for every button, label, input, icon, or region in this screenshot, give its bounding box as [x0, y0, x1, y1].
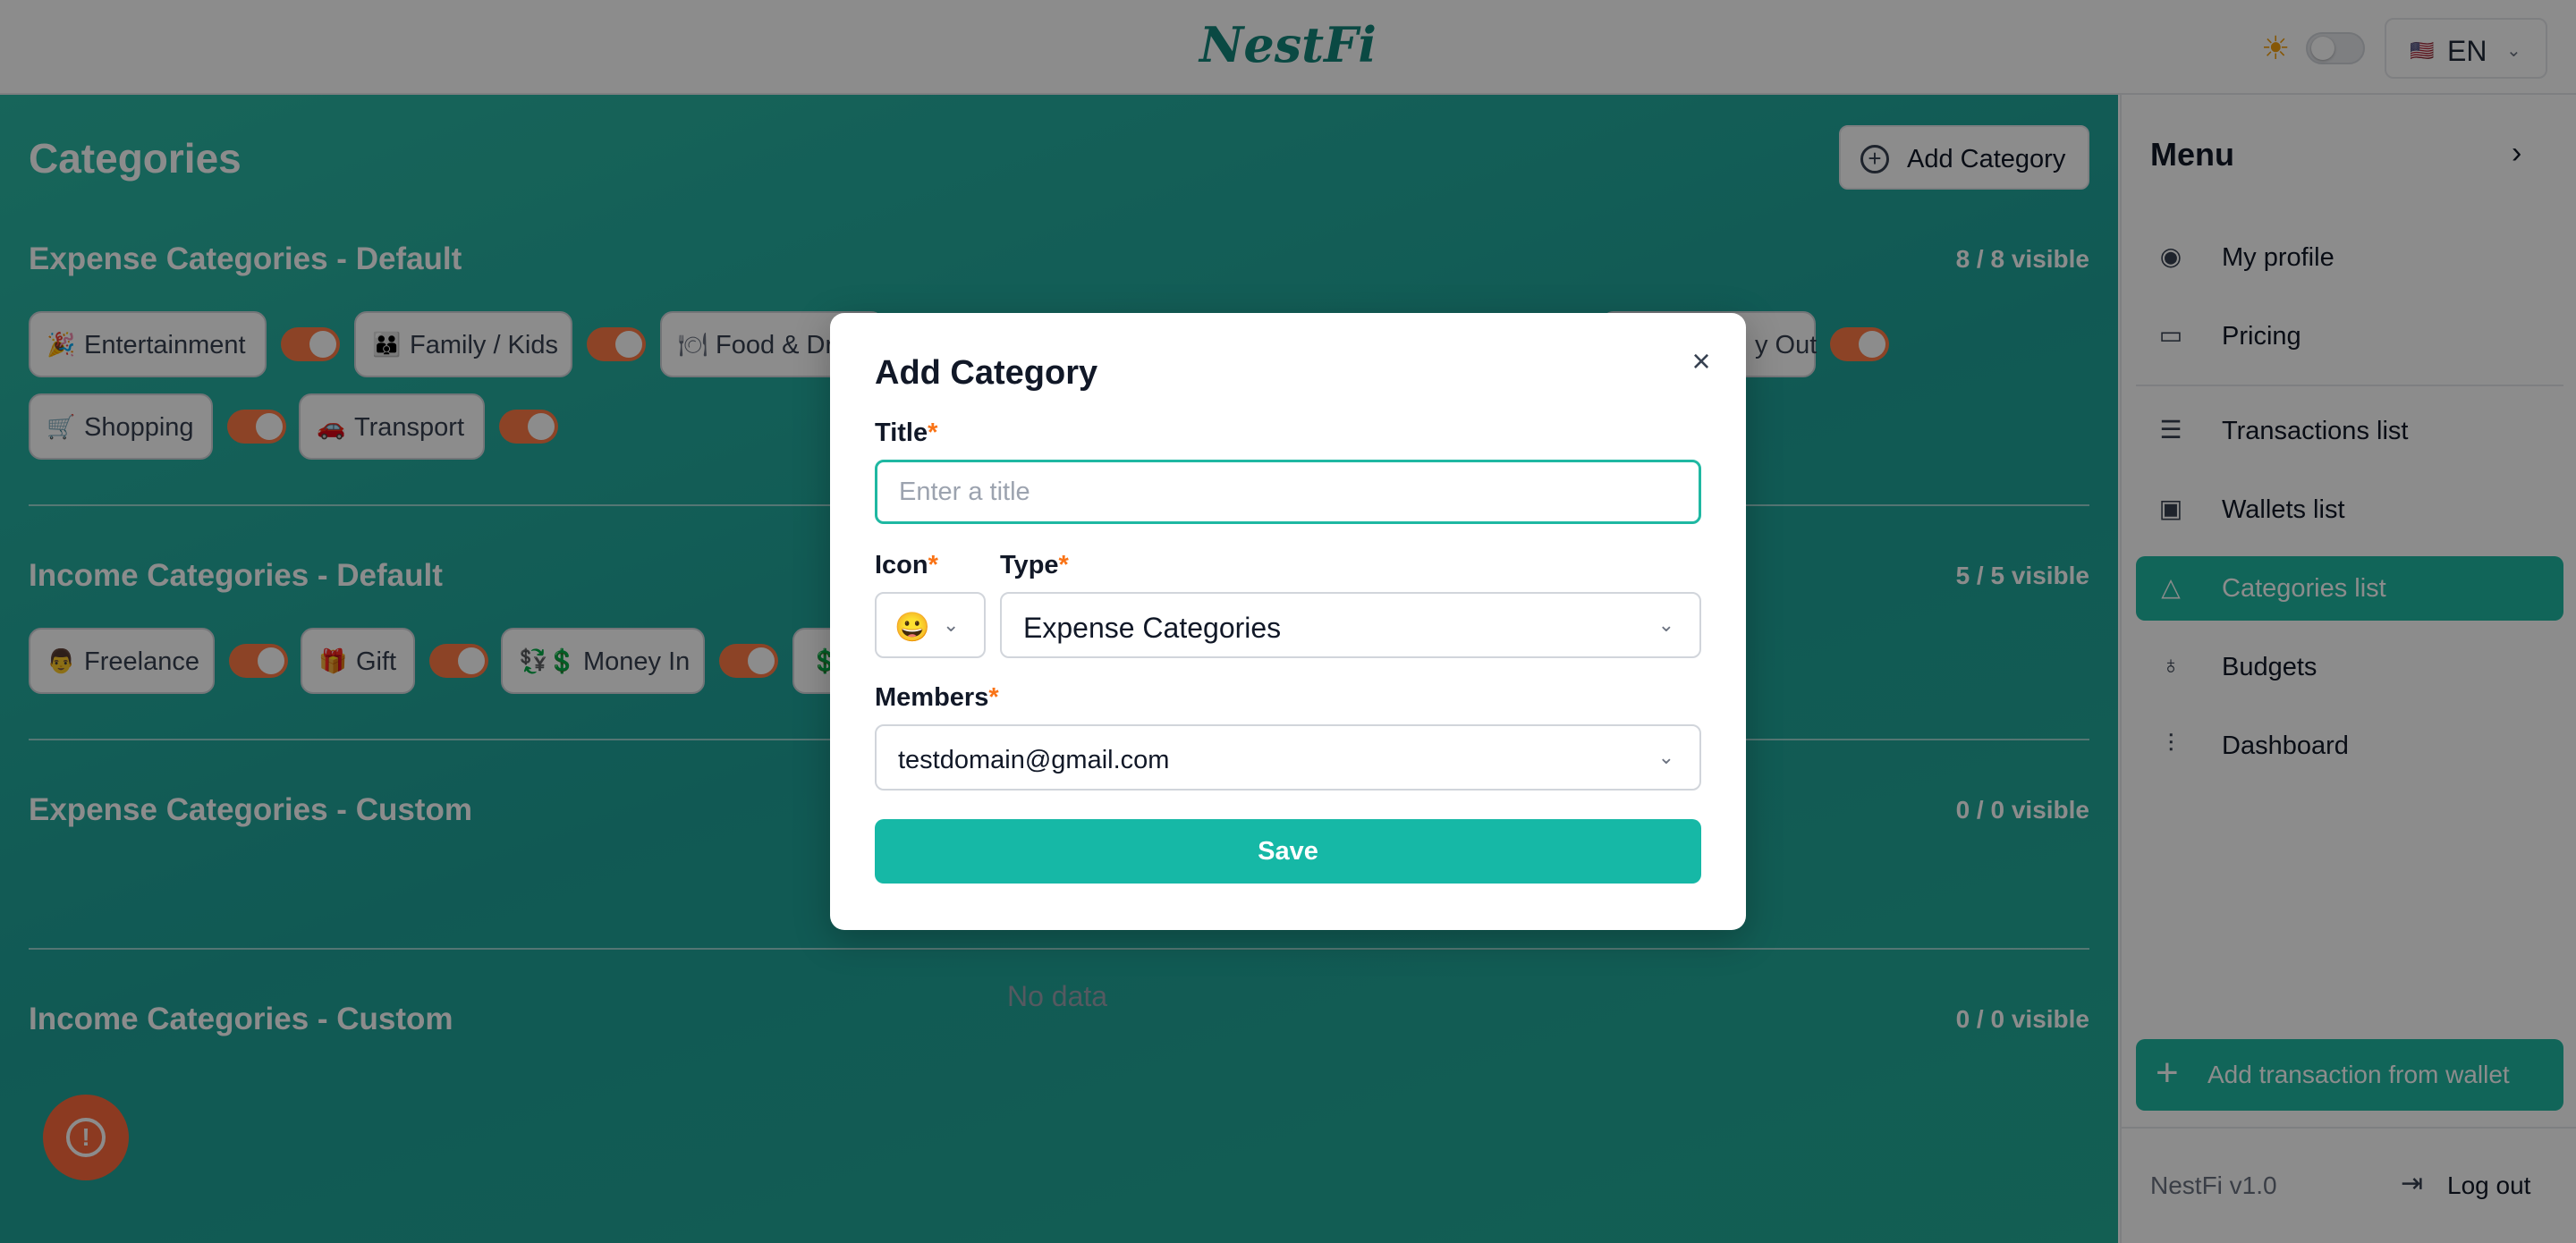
members-label-text: Members [875, 683, 989, 712]
icon-select[interactable]: 😀 ⌄ [875, 592, 986, 658]
type-field-label: Type* [1000, 551, 1069, 580]
type-label-text: Type [1000, 551, 1059, 579]
members-field-label: Members* [875, 683, 999, 713]
required-mark: * [988, 683, 999, 712]
chevron-down-icon: ⌄ [1657, 613, 1674, 636]
save-button[interactable]: Save [875, 819, 1701, 884]
title-input[interactable] [875, 460, 1701, 524]
chevron-down-icon: ⌄ [943, 613, 960, 636]
required-mark: * [1058, 551, 1069, 579]
members-select[interactable]: testdomain@gmail.com ⌄ [875, 724, 1701, 791]
chevron-down-icon: ⌄ [1657, 746, 1674, 768]
required-mark: * [928, 419, 938, 447]
save-label: Save [1258, 837, 1318, 866]
members-select-value: testdomain@gmail.com [898, 746, 1170, 774]
type-select[interactable]: Expense Categories ⌄ [1000, 592, 1701, 658]
required-mark: * [928, 551, 938, 579]
add-category-dialog: Add Category × Title* Icon* Type* 😀 ⌄ Ex… [830, 313, 1746, 930]
smiley-icon: 😀 [894, 611, 930, 643]
dialog-title: Add Category [875, 354, 1098, 392]
type-select-value: Expense Categories [1023, 612, 1282, 644]
title-field-label: Title* [875, 419, 937, 448]
icon-label-text: Icon [875, 551, 928, 579]
title-label-text: Title [875, 419, 928, 447]
close-icon[interactable]: × [1683, 343, 1719, 379]
icon-field-label: Icon* [875, 551, 938, 580]
